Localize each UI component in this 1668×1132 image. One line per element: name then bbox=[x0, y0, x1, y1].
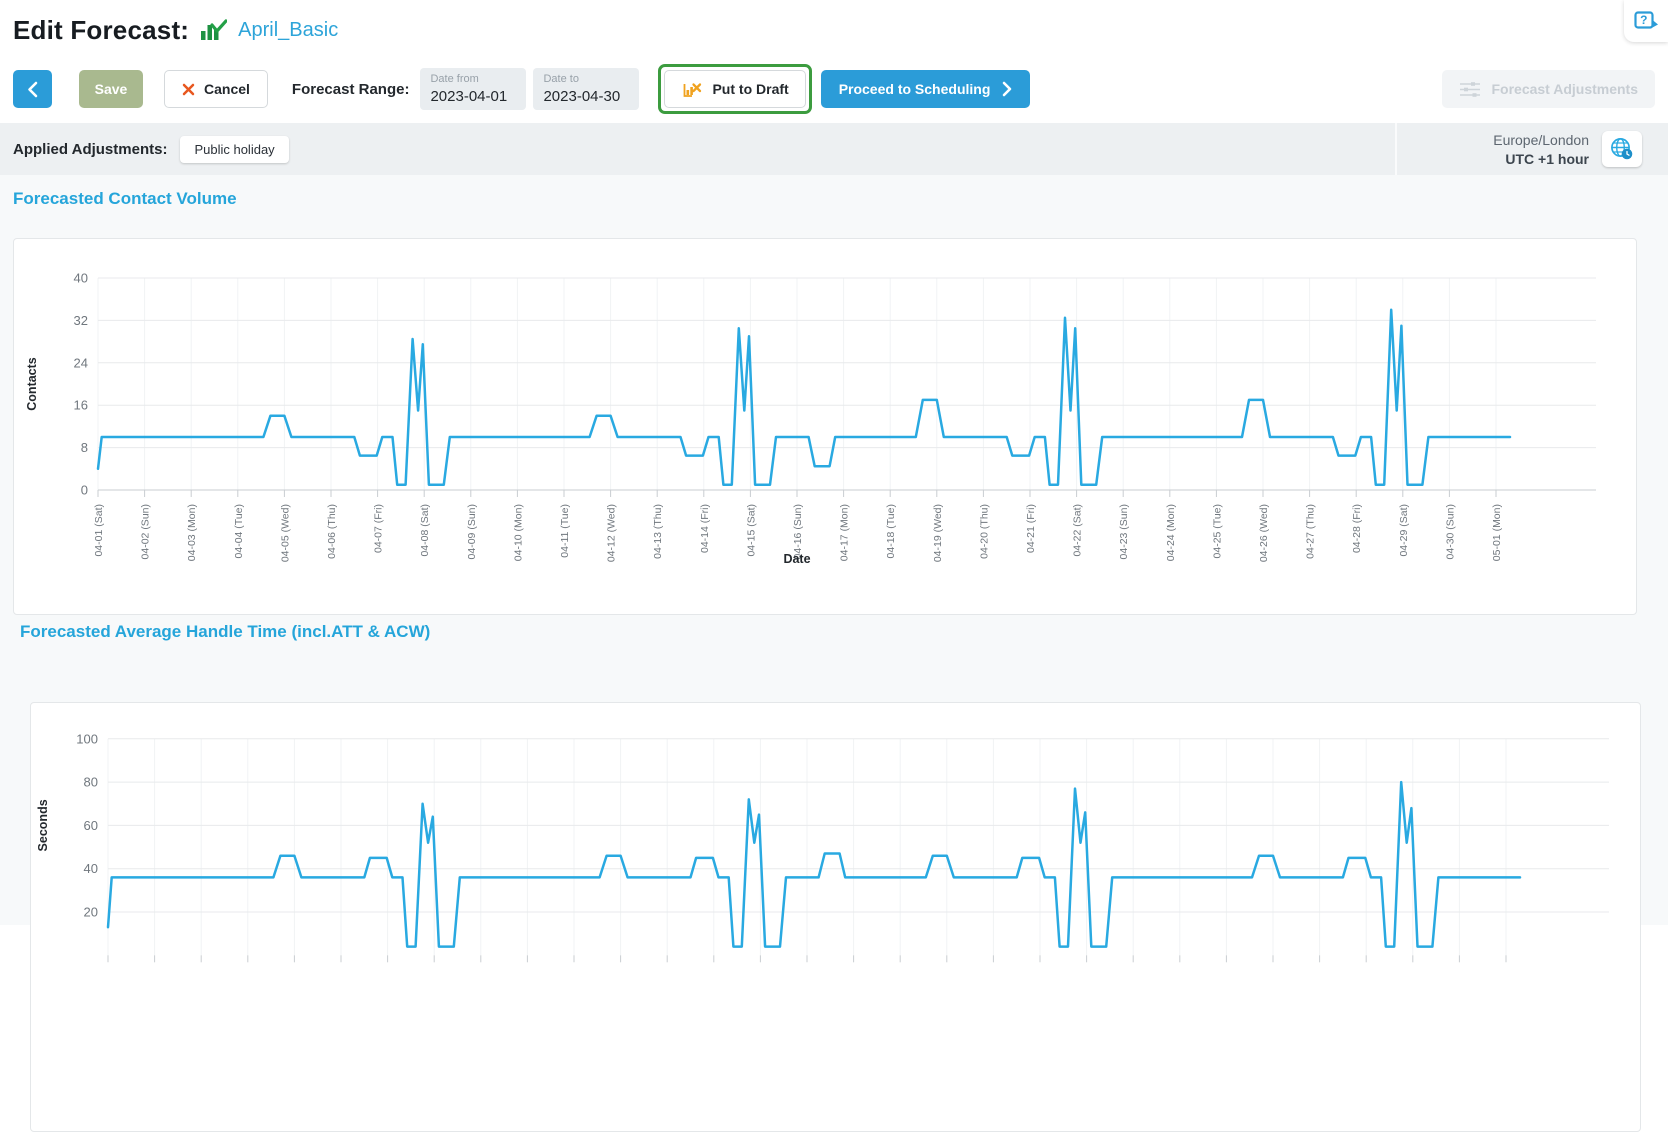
svg-text:04-29 (Sat): 04-29 (Sat) bbox=[1398, 504, 1410, 557]
sliders-icon bbox=[1459, 80, 1481, 99]
svg-text:0: 0 bbox=[81, 483, 88, 498]
svg-text:04-01 (Sat): 04-01 (Sat) bbox=[93, 504, 105, 557]
svg-text:24: 24 bbox=[74, 355, 88, 370]
timezone-separator bbox=[1395, 123, 1397, 175]
contact-volume-heading: Forecasted Contact Volume bbox=[13, 189, 237, 209]
svg-text:04-09 (Sun): 04-09 (Sun) bbox=[466, 504, 478, 559]
svg-text:04-05 (Wed): 04-05 (Wed) bbox=[279, 504, 291, 562]
proceed-to-scheduling-button[interactable]: Proceed to Scheduling bbox=[821, 70, 1031, 108]
svg-text:Contacts: Contacts bbox=[25, 357, 39, 411]
svg-text:05-01 (Mon): 05-01 (Mon) bbox=[1491, 504, 1503, 561]
svg-text:?: ? bbox=[1640, 13, 1647, 27]
help-icon: ? bbox=[1634, 11, 1659, 32]
proceed-label: Proceed to Scheduling bbox=[839, 81, 991, 97]
top-bar: Edit Forecast: April_Basic Save Cancel F… bbox=[0, 0, 1668, 123]
svg-text:04-15 (Sat): 04-15 (Sat) bbox=[745, 504, 757, 557]
svg-text:Date: Date bbox=[783, 552, 810, 566]
timezone-region: Europe/London bbox=[1493, 132, 1589, 148]
date-from-value: 2023-04-01 bbox=[430, 88, 516, 105]
date-to-label: Date to bbox=[543, 73, 629, 86]
svg-text:20: 20 bbox=[84, 905, 98, 920]
svg-text:04-23 (Sun): 04-23 (Sun) bbox=[1118, 504, 1130, 559]
date-from-label: Date from bbox=[430, 73, 516, 86]
svg-text:04-25 (Tue): 04-25 (Tue) bbox=[1211, 504, 1223, 558]
svg-text:04-13 (Thu): 04-13 (Thu) bbox=[652, 504, 664, 559]
svg-text:04-04 (Tue): 04-04 (Tue) bbox=[233, 504, 245, 558]
timezone-globe-button[interactable] bbox=[1602, 131, 1642, 167]
forecast-name-link[interactable]: April_Basic bbox=[238, 19, 338, 42]
svg-text:16: 16 bbox=[74, 398, 88, 413]
save-button[interactable]: Save bbox=[79, 70, 143, 108]
applied-adjustments-label: Applied Adjustments: bbox=[13, 141, 167, 158]
svg-text:04-03 (Mon): 04-03 (Mon) bbox=[186, 504, 198, 561]
timezone-block: Europe/London UTC +1 hour bbox=[1493, 132, 1589, 167]
aht-chart: 20 40 60 80 100 Seconds bbox=[31, 703, 1640, 1131]
svg-text:04-19 (Wed): 04-19 (Wed) bbox=[932, 504, 944, 562]
svg-text:Seconds: Seconds bbox=[36, 799, 50, 851]
svg-text:04-20 (Thu): 04-20 (Thu) bbox=[978, 504, 990, 559]
annotation-highlight-box: Put to Draft bbox=[658, 64, 811, 114]
svg-text:04-28 (Fri): 04-28 (Fri) bbox=[1351, 504, 1363, 553]
adjustment-chip[interactable]: Public holiday bbox=[180, 136, 288, 163]
svg-text:40: 40 bbox=[74, 271, 88, 286]
cancel-button[interactable]: Cancel bbox=[164, 70, 268, 108]
page-title-row: Edit Forecast: April_Basic bbox=[0, 0, 1668, 46]
forecast-adjustments-label: Forecast Adjustments bbox=[1491, 81, 1638, 97]
svg-text:60: 60 bbox=[84, 818, 98, 833]
applied-adjustments-bar: Applied Adjustments: Public holiday Euro… bbox=[0, 123, 1668, 175]
contact-volume-chart: 0 8 16 24 32 40 04-01 (Sat) 04-02 (Sun) 04-03 (M… bbox=[14, 239, 1636, 614]
aht-chart-card: 20 40 60 80 100 Seconds bbox=[30, 702, 1641, 1132]
put-to-draft-button[interactable]: Put to Draft bbox=[664, 70, 805, 108]
date-to-field[interactable]: Date to 2023-04-30 bbox=[533, 68, 639, 110]
aht-heading: Forecasted Average Handle Time (incl.ATT… bbox=[20, 622, 430, 642]
svg-text:04-21 (Fri): 04-21 (Fri) bbox=[1025, 504, 1037, 553]
svg-text:100: 100 bbox=[76, 731, 98, 746]
svg-text:04-18 (Tue): 04-18 (Tue) bbox=[885, 504, 897, 558]
svg-text:8: 8 bbox=[81, 440, 88, 455]
svg-text:04-11 (Tue): 04-11 (Tue) bbox=[559, 504, 571, 558]
back-chevron-icon bbox=[27, 81, 38, 98]
svg-text:80: 80 bbox=[84, 775, 98, 790]
svg-text:04-06 (Thu): 04-06 (Thu) bbox=[326, 504, 338, 559]
svg-text:04-17 (Mon): 04-17 (Mon) bbox=[839, 504, 851, 561]
cancel-label: Cancel bbox=[204, 81, 250, 97]
forecast-range-label: Forecast Range: bbox=[292, 81, 410, 98]
draft-chart-x-icon bbox=[681, 80, 702, 99]
svg-text:04-22 (Sat): 04-22 (Sat) bbox=[1072, 504, 1084, 557]
put-to-draft-label: Put to Draft bbox=[712, 81, 788, 97]
forecast-adjustments-button: Forecast Adjustments bbox=[1442, 70, 1655, 108]
svg-text:04-08 (Sat): 04-08 (Sat) bbox=[419, 504, 431, 557]
help-button[interactable]: ? bbox=[1624, 0, 1668, 42]
forward-chevron-icon bbox=[1002, 81, 1012, 97]
svg-text:04-07 (Fri): 04-07 (Fri) bbox=[373, 504, 385, 553]
cancel-x-icon bbox=[182, 83, 195, 96]
svg-text:04-10 (Mon): 04-10 (Mon) bbox=[512, 504, 524, 561]
contact-volume-chart-card: 0 8 16 24 32 40 04-01 (Sat) 04-02 (Sun) 04-03 (M… bbox=[13, 238, 1637, 615]
timezone-offset: UTC +1 hour bbox=[1493, 151, 1589, 167]
svg-text:32: 32 bbox=[74, 313, 88, 328]
svg-text:04-24 (Mon): 04-24 (Mon) bbox=[1165, 504, 1177, 561]
date-from-field[interactable]: Date from 2023-04-01 bbox=[420, 68, 526, 110]
page-title: Edit Forecast: bbox=[13, 15, 189, 46]
svg-text:04-27 (Thu): 04-27 (Thu) bbox=[1305, 504, 1317, 559]
page-content: Forecasted Contact Volume 0 8 16 24 32 40 04-0… bbox=[0, 175, 1668, 925]
svg-text:04-14 (Fri): 04-14 (Fri) bbox=[699, 504, 711, 553]
svg-text:04-02 (Sun): 04-02 (Sun) bbox=[140, 504, 152, 559]
svg-text:40: 40 bbox=[84, 861, 98, 876]
forecast-chart-icon bbox=[200, 19, 227, 42]
back-button[interactable] bbox=[13, 70, 52, 108]
svg-text:04-30 (Sun): 04-30 (Sun) bbox=[1444, 504, 1456, 559]
date-to-value: 2023-04-30 bbox=[543, 88, 629, 105]
globe-clock-icon bbox=[1609, 136, 1635, 162]
svg-text:04-26 (Wed): 04-26 (Wed) bbox=[1258, 504, 1270, 562]
toolbar: Save Cancel Forecast Range: Date from 20… bbox=[13, 64, 1655, 114]
svg-text:04-12 (Wed): 04-12 (Wed) bbox=[606, 504, 618, 562]
